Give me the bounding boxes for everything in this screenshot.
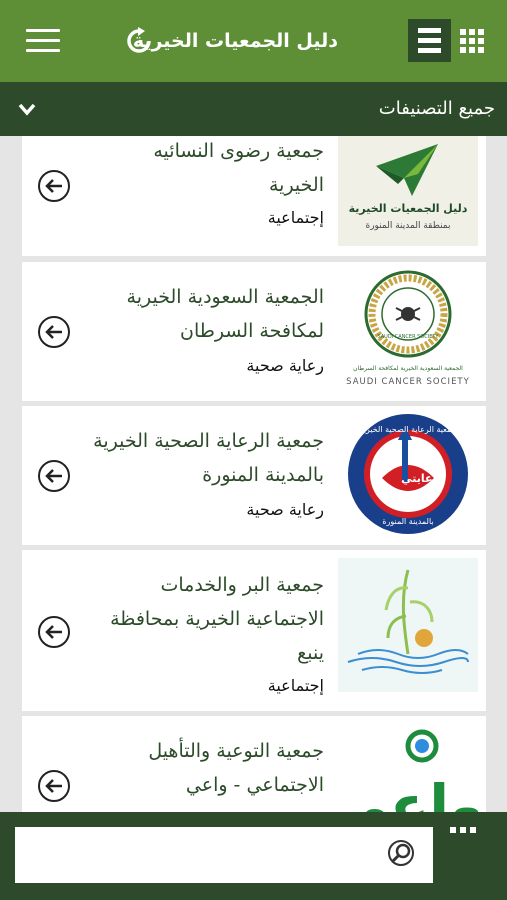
logo-center-text: رعايتي: [401, 472, 439, 485]
list-item[interactable]: SAUDI CANCER SOCIETY الجمعية السعودية ال…: [22, 262, 486, 401]
category-filter-dropdown[interactable]: جميع التصنيفات: [0, 82, 507, 136]
hamburger-menu-icon[interactable]: [26, 29, 60, 53]
logo-english-caption: SAUDI CANCER SOCIETY: [346, 377, 470, 387]
arrow-left-icon[interactable]: [38, 316, 70, 348]
app-title: دليل الجمعيات الخيرية: [132, 30, 338, 52]
charity-category: رعاية صحية: [246, 500, 324, 519]
chevron-down-icon: [18, 103, 36, 116]
arrow-left-icon[interactable]: [38, 616, 70, 648]
arrow-left-icon[interactable]: [38, 770, 70, 802]
charity-name: جمعية التوعية والتأهيل الاجتماعي - واعي: [148, 740, 324, 796]
search-icon[interactable]: [383, 839, 415, 871]
list-view-icon[interactable]: [408, 19, 451, 62]
list-item[interactable]: دليل الجمعيات الخيرية بمنطقة المدينة الم…: [22, 136, 486, 256]
logo-top-text: جمعية الرعاية الصحية الخيرية: [359, 425, 456, 434]
app-bar: دليل الجمعيات الخيرية: [0, 0, 507, 82]
al-birr-society-logo: [338, 558, 478, 692]
arrow-left-icon[interactable]: [38, 460, 70, 492]
arrow-left-icon[interactable]: [38, 170, 70, 202]
search-input[interactable]: [75, 837, 420, 873]
charity-category: إجتماعية: [267, 208, 324, 227]
saudi-cancer-society-logo: SAUDI CANCER SOCIETY الجمعية السعودية ال…: [338, 268, 478, 392]
more-options-icon[interactable]: [450, 827, 480, 835]
grid-view-icon[interactable]: [460, 29, 484, 53]
charity-name: جمعية الرعاية الصحية الخيرية بالمدينة ال…: [93, 430, 324, 486]
charity-category: إجتماعية: [267, 676, 324, 695]
bottom-search-bar: [0, 812, 507, 900]
directory-logo: دليل الجمعيات الخيرية بمنطقة المدينة الم…: [338, 136, 478, 246]
list-item[interactable]: واعي جمعية التوعية والتأهيل الاجتماعي - …: [22, 716, 486, 816]
waai-society-logo: واعي: [338, 726, 478, 816]
search-box: [15, 827, 433, 883]
charity-name: الجمعية السعودية الخيرية لمكافحة السرطان: [126, 286, 324, 342]
health-care-society-logo: جمعية الرعاية الصحية الخيرية رعايتي بالم…: [338, 412, 478, 536]
charity-name: جمعية رضوى النسائيه الخيرية: [153, 140, 324, 196]
logo-title: دليل الجمعيات الخيرية: [349, 202, 468, 215]
logo-brand-text: واعي: [338, 772, 478, 816]
charity-list: دليل الجمعيات الخيرية بمنطقة المدينة الم…: [0, 136, 507, 816]
logo-subtitle: بمنطقة المدينة المنورة: [366, 221, 451, 231]
logo-ring-text: SAUDI CANCER SOCIETY: [378, 334, 440, 340]
logo-bottom-text: بالمدينة المنورة: [382, 517, 433, 526]
list-item[interactable]: جمعية البر والخدمات الاجتماعية الخيرية ب…: [22, 550, 486, 711]
category-filter-label: جميع التصنيفات: [378, 98, 495, 119]
list-item[interactable]: جمعية الرعاية الصحية الخيرية رعايتي بالم…: [22, 406, 486, 545]
charity-name: جمعية البر والخدمات الاجتماعية الخيرية ب…: [110, 574, 324, 664]
logo-arabic-caption: الجمعية السعودية الخيرية لمكافحة السرطان: [353, 365, 463, 372]
charity-category: رعاية صحية: [246, 356, 324, 375]
